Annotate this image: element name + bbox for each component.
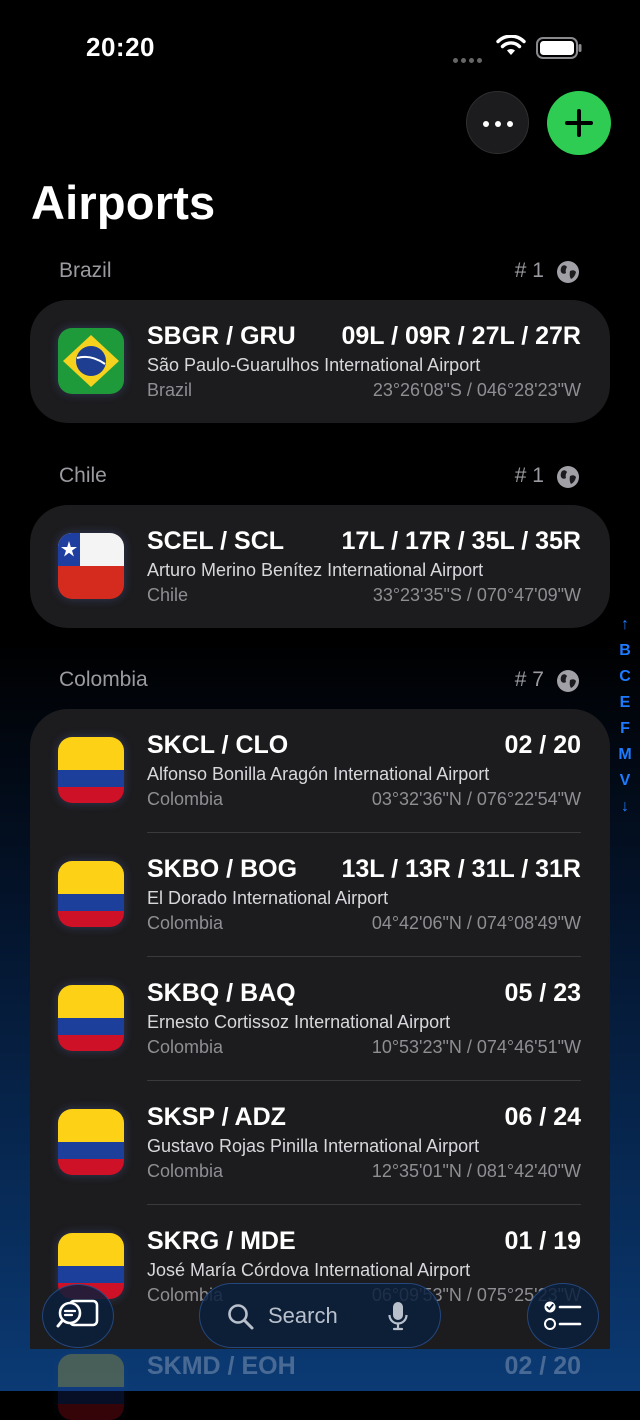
checklist-button[interactable] [527,1283,599,1349]
airport-runways: 05 / 23 [504,979,581,1007]
colombia-flag-icon [58,737,124,803]
airport-runways: 01 / 19 [504,1227,581,1255]
airport-name: Alfonso Bonilla Aragón International Air… [147,764,490,784]
index-letter-v[interactable]: V [612,768,638,794]
airport-code: SKBO / BOG [147,855,298,883]
search-reviews-button[interactable] [42,1284,114,1348]
mic-icon[interactable] [388,1301,408,1331]
airport-card-chile: SCEL / SCL 17L / 17R / 35L / 35R Arturo … [30,505,610,628]
airport-runways: 17L / 17R / 35L / 35R [341,527,582,555]
airport-runways: 02 / 20 [504,731,581,759]
airport-name: El Dorado International Airport [147,888,389,908]
colombia-flag-icon [58,985,124,1051]
index-letter-m[interactable]: M [612,742,638,768]
add-airport-button[interactable] [547,91,611,155]
index-letter-f[interactable]: F [612,716,638,742]
airport-coordinates: 03°32'36"N / 076°22'54"W [371,789,581,809]
airport-code: SCEL / SCL [147,527,285,555]
index-letter-e[interactable]: E [612,690,638,716]
status-bar: 20:20 [0,0,640,95]
airport-code: SKRG / MDE [147,1227,296,1255]
airport-runways: 02 / 20 [504,1352,581,1380]
airport-row[interactable]: SCEL / SCL 17L / 17R / 35L / 35R Arturo … [30,505,610,628]
section-index[interactable]: ↑ B C E F M V ↓ [612,612,638,820]
section-name: Brazil [59,259,112,282]
airport-coordinates: 10°53'23"N / 074°46'51"W [371,1037,581,1057]
airport-name: José María Córdova International Airport [147,1260,471,1280]
index-letter-c[interactable]: C [612,664,638,690]
ellipsis-icon [480,114,516,132]
airport-coordinates: 33°23'35"S / 070°47'09"W [372,585,581,605]
airport-runways: 13L / 13R / 31L / 31R [341,855,582,883]
airport-card-colombia: SKCL / CLO 02 / 20 Alfonso Bonilla Aragó… [30,709,610,1349]
airport-country: Colombia [147,1161,224,1181]
colombia-flag-icon [58,861,124,927]
airport-row[interactable]: SKBQ / BAQ 05 / 23 Ernesto Cortissoz Int… [30,957,610,1081]
globe-icon[interactable] [556,260,580,284]
section-name: Colombia [59,668,148,691]
airport-code: SKMD / EOH [147,1352,296,1380]
battery-icon [536,37,582,59]
airport-country: Colombia [147,1037,224,1057]
index-letter-b[interactable]: B [612,638,638,664]
wifi-icon [496,35,526,55]
airport-coordinates: 23°26'08"S / 046°28'23"W [372,380,581,400]
globe-icon[interactable] [556,669,580,693]
airport-code: SBGR / GRU [147,322,296,350]
chile-flag-icon [58,533,124,599]
checklist-icon [544,1301,582,1330]
airport-card-brazil: SBGR / GRU 09L / 09R / 27L / 27R São Pau… [30,300,610,423]
airport-name: Ernesto Cortissoz International Airport [147,1012,451,1032]
index-down-arrow[interactable]: ↓ [612,794,638,820]
cellular-signal-icon [453,50,487,63]
search-field[interactable]: Search [199,1283,441,1348]
airport-code: SKCL / CLO [147,731,289,759]
more-options-button[interactable] [466,91,529,154]
airport-country: Colombia [147,913,224,933]
status-time: 20:20 [86,32,155,62]
section-name: Chile [59,464,107,487]
section-header-colombia: Colombia # 7 [59,668,580,698]
search-reviews-icon [56,1299,99,1328]
globe-icon[interactable] [556,465,580,489]
plus-icon [565,109,593,137]
airport-runways: 09L / 09R / 27L / 27R [341,322,582,350]
search-icon [228,1304,254,1330]
airport-coordinates: 04°42'06"N / 074°08'49"W [371,913,581,933]
airport-code: SKBQ / BAQ [147,979,296,1007]
airport-row[interactable]: SBGR / GRU 09L / 09R / 27L / 27R São Pau… [30,300,610,423]
airport-code: SKSP / ADZ [147,1103,286,1131]
airport-row[interactable]: SKSP / ADZ 06 / 24 Gustavo Rojas Pinilla… [30,1081,610,1205]
airport-row[interactable]: SKCL / CLO 02 / 20 Alfonso Bonilla Aragó… [30,709,610,833]
colombia-flag-icon [58,1354,124,1420]
brazil-flag-icon [58,328,124,394]
section-header-chile: Chile # 1 [59,464,580,494]
page-title: Airports [31,176,216,229]
colombia-flag-icon [58,1109,124,1175]
airport-country: Colombia [147,789,224,809]
airport-runways: 06 / 24 [504,1103,581,1131]
index-up-arrow[interactable]: ↑ [612,612,638,638]
search-placeholder: Search [268,1303,338,1328]
section-count: # 1 [514,464,544,487]
airport-country: Chile [147,585,189,605]
section-count: # 1 [514,259,544,282]
airport-name: Arturo Merino Benítez International Airp… [147,560,484,580]
section-header-brazil: Brazil # 1 [59,259,580,289]
airport-row[interactable]: SKBO / BOG 13L / 13R / 31L / 31R El Dora… [30,833,610,957]
airport-name: Gustavo Rojas Pinilla International Airp… [147,1136,480,1156]
airport-name: São Paulo-Guarulhos International Airpor… [147,355,481,375]
airport-country: Brazil [147,380,193,400]
airport-coordinates: 12°35'01"N / 081°42'40"W [371,1161,581,1181]
section-count: # 7 [514,668,544,691]
